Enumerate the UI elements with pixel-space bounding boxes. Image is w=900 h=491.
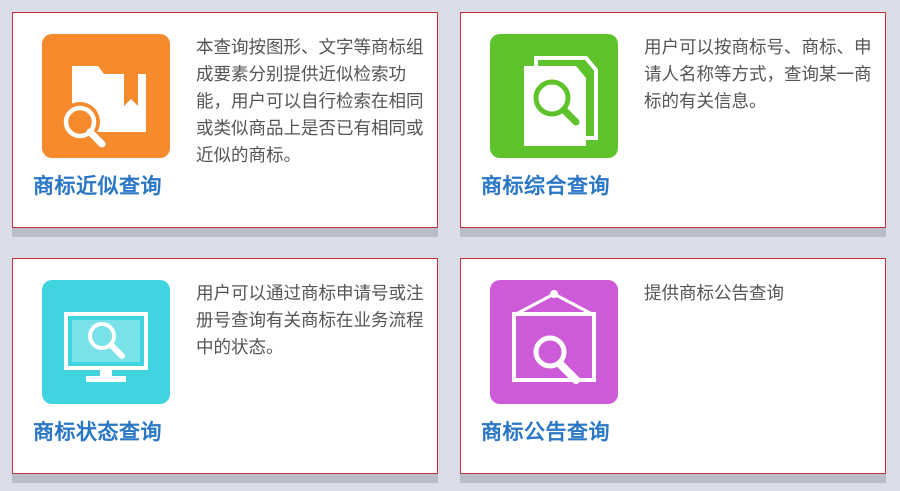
- icon-tile: [490, 34, 618, 158]
- icon-tile: [42, 34, 170, 158]
- card-shadow: [460, 228, 886, 237]
- card-shadow: [460, 474, 886, 483]
- card-similar-search[interactable]: 商标近似查询 本查询按图形、文字等商标组成要素分别提供近似检索功能，用户可以自行…: [12, 12, 438, 228]
- card-status-search[interactable]: 商标状态查询 用户可以通过商标申请号或注册号查询有关商标在业务流程中的状态。: [12, 258, 438, 474]
- card-title[interactable]: 商标公告查询: [481, 416, 610, 446]
- folder-search-icon: [60, 66, 146, 148]
- card-description: 提供商标公告查询: [644, 284, 784, 304]
- frame-search-icon: [512, 290, 596, 384]
- icon-tile: [42, 280, 170, 404]
- monitor-search-icon: [64, 312, 148, 382]
- card-description: 用户可以通过商标申请号或注册号查询有关商标在业务流程中的状态。: [196, 284, 424, 358]
- icon-tile: [490, 280, 618, 404]
- card-description: 用户可以按商标号、商标、申请人名称等方式，查询某一商标的有关信息。: [644, 38, 872, 112]
- card-title[interactable]: 商标综合查询: [481, 170, 610, 200]
- card-description: 本查询按图形、文字等商标组成要素分别提供近似检索功能，用户可以自行检索在相同或类…: [196, 38, 424, 166]
- card-shadow: [12, 228, 438, 237]
- card-shadow: [12, 474, 438, 483]
- card-title[interactable]: 商标状态查询: [33, 416, 162, 446]
- card-comprehensive-search[interactable]: 商标综合查询 用户可以按商标号、商标、申请人名称等方式，查询某一商标的有关信息。: [460, 12, 886, 228]
- card-title[interactable]: 商标近似查询: [33, 170, 162, 200]
- document-search-icon: [524, 56, 598, 146]
- card-announcement-search[interactable]: 商标公告查询 提供商标公告查询: [460, 258, 886, 474]
